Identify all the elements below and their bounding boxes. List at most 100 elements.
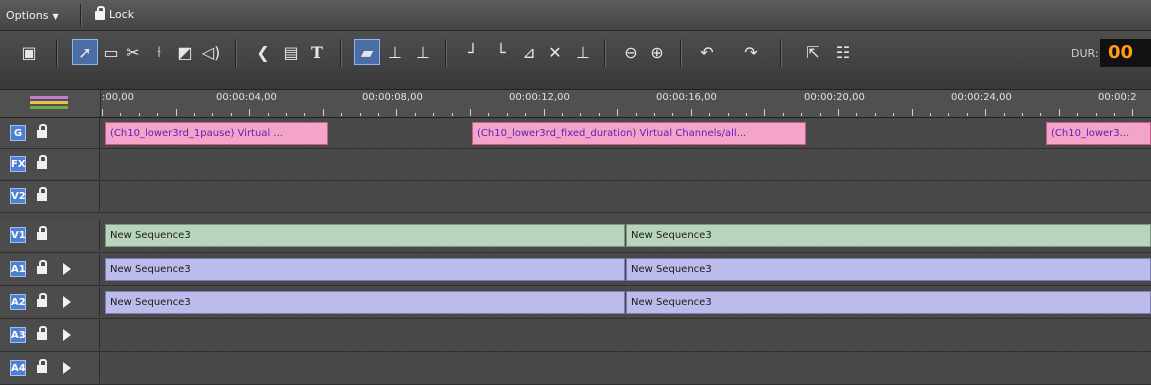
options-menu[interactable]: Options ▼ [6,9,59,22]
track-badge[interactable]: G [10,125,26,141]
ruler-minor-tick [1077,113,1079,116]
split-icon[interactable]: ⟊ [146,39,172,65]
track-header[interactable]: A1 [0,254,100,284]
track-badge[interactable]: V2 [10,188,26,204]
zoom-out-icon[interactable]: ⊖ [618,39,644,65]
title-clip[interactable]: (Ch10_lower3rd_fixed_duration) Virtual C… [472,122,806,145]
track-lane[interactable] [102,181,1151,212]
ruler-minor-tick [598,113,600,116]
track-lane[interactable] [102,320,1151,351]
lock-label[interactable]: Lock [109,8,134,21]
ruler-minor-tick [451,113,453,116]
ruler-timecode-label: 00:00:20,00 [804,92,865,103]
ruler-timecode-label: 00:00:04,00 [216,92,277,103]
lock-icon[interactable] [37,326,47,340]
ruler-minor-tick [212,113,214,116]
ruler-minor-tick [562,113,563,116]
divider [80,4,82,26]
ruler-minor-tick [893,113,895,116]
ruler-major-tick [396,109,398,116]
lock-icon[interactable] [37,187,47,201]
undo-icon[interactable]: ↶ [694,39,720,65]
track-header[interactable]: A2 [0,287,100,317]
track-header[interactable]: V2 [0,181,100,211]
ruler-timecode-label: 00:00:08,00 [362,92,423,103]
track-lane[interactable] [102,353,1151,384]
title-clip[interactable]: (Ch10_lower3... [1046,122,1151,145]
lock-icon[interactable] [37,226,47,240]
title-clip[interactable]: (Ch10_lower3rd_1pause) Virtual ... [105,122,328,145]
expand-play-icon[interactable] [63,362,71,374]
track-header[interactable]: A3 [0,320,100,350]
video-clip[interactable]: New Sequence3 [626,224,1151,247]
track-a3: A3 [0,320,1151,352]
audio-clip[interactable]: New Sequence3 [105,291,625,314]
lock-icon[interactable] [95,5,105,20]
track-badge[interactable]: A2 [10,294,26,310]
extract-icon[interactable]: └ [488,39,514,65]
track-v2: V2 [0,181,1151,213]
in-out-marker-icon[interactable] [30,96,68,110]
lock-icon[interactable] [37,260,47,274]
redo-icon[interactable]: ↷ [738,39,764,65]
effects-icon[interactable]: ▤ [278,39,304,65]
timeline-ruler[interactable]: :00,00 00:00:04,00 00:00:08,00 00:00:12,00 0… [0,90,1151,118]
ruler-major-tick [911,109,913,116]
track-header[interactable]: V1 [0,220,100,250]
chevron-down-icon[interactable]: ▼ [52,12,58,21]
track-header[interactable]: FX [0,149,100,179]
matte-icon[interactable]: ◩ [172,39,198,65]
track-badge[interactable]: FX [10,156,26,172]
audio-clip[interactable]: New Sequence3 [626,258,1151,281]
timeline-toolbar: ▣ ➚ ▭ ✂ ⟊ ◩ ◁) ❮ ▤ T ▰ ⊥ ⊥ ┘ └ ⊿ ✕ ⊥ ⊖ ⊕… [0,31,1151,90]
ripple-icon[interactable]: ⊿ [516,39,542,65]
ruler-minor-tick [746,113,747,116]
expand-play-icon[interactable] [63,296,71,308]
audio-clip[interactable]: New Sequence3 [626,291,1151,314]
ruler-scale[interactable] [102,108,1151,116]
lift-icon[interactable]: ┘ [460,39,486,65]
ruler-minor-tick [378,113,379,116]
ruler-minor-tick [286,113,287,116]
options-label[interactable]: Options [6,9,48,22]
track-badge[interactable]: A1 [10,261,26,277]
track-header[interactable]: G [0,118,100,148]
ruler-major-tick [249,109,251,116]
lock-toggle[interactable]: Lock [95,5,134,21]
overwrite-icon[interactable]: ⊥ [382,39,408,65]
keyframe-icon[interactable]: ☷ [830,39,856,65]
lock-icon[interactable] [37,293,47,307]
ruler-minor-tick [304,113,306,116]
insert-icon[interactable]: ▰ [354,39,380,65]
ruler-minor-tick [506,113,508,116]
ruler-minor-tick [801,113,803,116]
ruler-minor-tick [1040,113,1042,116]
replace-icon[interactable]: ⊥ [410,39,436,65]
add-track-icon[interactable]: ⊥ [570,39,596,65]
video-clip[interactable]: New Sequence3 [105,224,625,247]
audio-icon[interactable]: ◁) [198,39,224,65]
link-icon[interactable]: ❮ [250,39,276,65]
expand-play-icon[interactable] [63,263,71,275]
track-header[interactable]: A4 [0,353,100,383]
duration-value: 00 [1100,39,1151,67]
select-arrow-icon[interactable]: ➚ [72,39,98,65]
lock-icon[interactable] [37,124,47,138]
lock-icon[interactable] [37,359,47,373]
expand-play-icon[interactable] [63,329,71,341]
track-badge[interactable]: A3 [10,327,26,343]
ruler-minor-tick [654,113,655,116]
track-badge[interactable]: A4 [10,360,26,376]
ruler-minor-tick [930,113,931,116]
delete-x-icon[interactable]: ✕ [542,39,568,65]
save-icon[interactable]: ▣ [16,39,42,65]
track-lane[interactable] [102,149,1151,180]
cut-scissors-icon[interactable]: ✂ [120,39,146,65]
ruler-minor-tick [948,113,950,116]
zoom-in-icon[interactable]: ⊕ [644,39,670,65]
track-badge[interactable]: V1 [10,227,26,243]
text-T-icon[interactable]: T [304,39,330,65]
audio-clip[interactable]: New Sequence3 [105,258,625,281]
lock-icon[interactable] [37,155,47,169]
export-icon[interactable]: ⇱ [800,39,826,65]
